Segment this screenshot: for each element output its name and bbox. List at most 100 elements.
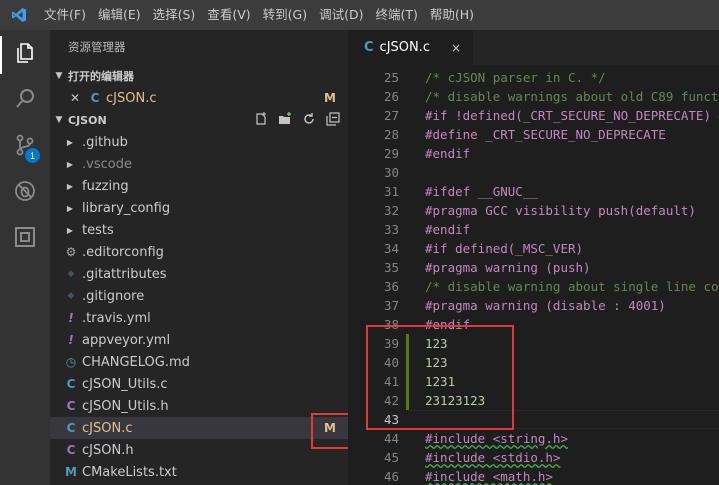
- code-line: 37 #pragma warning (disable : 4001): [348, 296, 719, 315]
- refresh-icon[interactable]: [302, 112, 316, 129]
- code-text: /* disable warnings about old C89 functi…: [425, 89, 719, 104]
- tree-label: appveyor.yml: [82, 332, 171, 348]
- git-icon: ◆: [67, 291, 75, 301]
- line-number: 25: [383, 70, 399, 85]
- open-editor-item[interactable]: ✕ C cJSON.c M: [50, 87, 348, 109]
- code-text: /* cJSON parser in C. */: [425, 70, 606, 85]
- tree-file-changelog[interactable]: ◷ CHANGELOG.md: [50, 351, 348, 373]
- code-line: 28 #define _CRT_SECURE_NO_DEPRECATE: [348, 125, 719, 144]
- line-number: 27: [383, 108, 399, 123]
- menu-edit[interactable]: 编辑(E): [92, 0, 147, 30]
- c-file-icon: C: [364, 40, 374, 55]
- menu-bar: 文件(F) 编辑(E) 选择(S) 查看(V) 转到(G) 调试(D) 终端(T…: [0, 0, 719, 30]
- collapse-all-icon[interactable]: [326, 111, 340, 129]
- tree-label: cJSON_Utils.h: [82, 398, 169, 414]
- tree-label: .vscode: [82, 156, 132, 172]
- scm-badge: 1: [25, 148, 40, 163]
- code-text: #define _CRT_SECURE_NO_DEPRECATE: [425, 127, 666, 142]
- menu-view[interactable]: 查看(V): [201, 0, 256, 30]
- tree-file-appveyor-yml[interactable]: ! appveyor.yml: [50, 329, 348, 351]
- line-number: 31: [383, 184, 399, 199]
- code-text: #endif: [425, 222, 471, 237]
- code-text: #include <stdio.h>: [425, 450, 561, 465]
- open-editors-label: 打开的编辑器: [68, 70, 134, 83]
- clock-icon: ◷: [65, 355, 77, 369]
- menu-terminal[interactable]: 终端(T): [369, 0, 423, 30]
- line-number: 28: [383, 127, 399, 142]
- tree-file-editorconfig[interactable]: ⚙ .editorconfig: [50, 241, 348, 263]
- source-control-button[interactable]: 1: [0, 124, 50, 170]
- new-folder-icon[interactable]: [278, 111, 292, 129]
- tree-file-cjson-c[interactable]: C cJSON.c M: [50, 417, 348, 439]
- git-icon: ◆: [67, 269, 75, 279]
- open-editors-header[interactable]: ▼ 打开的编辑器: [50, 65, 348, 87]
- menu-file[interactable]: 文件(F): [38, 0, 92, 30]
- gear-icon: ⚙: [65, 245, 77, 259]
- line-number: 32: [383, 203, 399, 218]
- line-number: 29: [383, 146, 399, 161]
- tree-folder-tests[interactable]: ▶ tests: [50, 219, 348, 241]
- tree-file-cjson-h[interactable]: C cJSON.h: [50, 439, 348, 461]
- c-file-icon: C: [66, 421, 76, 435]
- tree-file-gitignore[interactable]: ◆ .gitignore: [50, 285, 348, 307]
- code-line: 34 #if defined(_MSC_VER): [348, 239, 719, 258]
- yaml-icon: !: [68, 311, 74, 325]
- code-text: #pragma warning (disable : 4001): [425, 298, 666, 313]
- tree-folder-github[interactable]: ▶ .github: [50, 131, 348, 153]
- line-number: 26: [383, 89, 399, 104]
- new-file-icon[interactable]: [254, 111, 268, 129]
- menu-go[interactable]: 转到(G): [257, 0, 313, 30]
- code-line: 46 #include <math.h>: [348, 467, 719, 485]
- tree-label: CHANGELOG.md: [82, 354, 190, 370]
- tree-folder-library-config[interactable]: ▶ library_config: [50, 197, 348, 219]
- search-icon: [13, 87, 37, 115]
- modified-badge: M: [324, 91, 336, 105]
- menu-selection[interactable]: 选择(S): [147, 0, 202, 30]
- code-text: #pragma GCC visibility push(default): [425, 203, 696, 218]
- code-text: #pragma warning (push): [425, 260, 591, 275]
- tree-file-cjson-utils-h[interactable]: C cJSON_Utils.h: [50, 395, 348, 417]
- c-header-icon: C: [66, 399, 76, 413]
- c-file-icon: C: [66, 377, 76, 391]
- tab-cjson-c[interactable]: C cJSON.c ×: [348, 30, 473, 65]
- code-text: #ifdef __GNUC__: [425, 184, 538, 199]
- tree-label: .github: [82, 134, 128, 150]
- line-number: 46: [383, 469, 399, 484]
- code-line: 32 #pragma GCC visibility push(default): [348, 201, 719, 220]
- code-text: #if defined(_MSC_VER): [425, 241, 584, 256]
- tree-label: fuzzing: [82, 178, 129, 194]
- code-text: #if !defined(_CRT_SECURE_NO_DEPRECATE) &…: [425, 108, 719, 123]
- editor-tab-bar: C cJSON.c ×: [348, 30, 719, 65]
- tree-label: library_config: [82, 200, 171, 216]
- close-icon[interactable]: ×: [451, 41, 461, 55]
- explorer-sidebar: 资源管理器 ▼ 打开的编辑器 ✕ C cJSON.c M ▼ CJSON ▶ .…: [50, 30, 348, 485]
- explorer-button[interactable]: [0, 32, 50, 78]
- tree-label: cJSON.h: [82, 442, 134, 458]
- chevron-right-icon: ▶: [66, 203, 74, 213]
- tree-label: CMakeLists.txt: [82, 464, 177, 480]
- tree-file-travis-yml[interactable]: ! .travis.yml: [50, 307, 348, 329]
- chevron-right-icon: ▶: [66, 137, 74, 147]
- tree-file-cmakelists[interactable]: M CMakeLists.txt: [50, 461, 348, 483]
- files-icon: [13, 41, 37, 69]
- code-line: 30: [348, 163, 719, 182]
- menu-help[interactable]: 帮助(H): [424, 0, 480, 30]
- code-line: 25 /* cJSON parser in C. */: [348, 68, 719, 87]
- folder-header[interactable]: ▼ CJSON: [50, 109, 348, 131]
- markdown-icon: M: [65, 465, 77, 479]
- menu-debug[interactable]: 调试(D): [313, 0, 369, 30]
- c-file-icon: C: [90, 91, 100, 105]
- tree-file-cjson-utils-c[interactable]: C cJSON_Utils.c: [50, 373, 348, 395]
- extensions-button[interactable]: [0, 216, 50, 262]
- highlight-box-modified: [311, 413, 353, 449]
- code-text: /* disable warning about single line com…: [425, 279, 719, 294]
- search-button[interactable]: [0, 78, 50, 124]
- tree-folder-vscode[interactable]: ▶ .vscode: [50, 153, 348, 175]
- code-line: 36 /* disable warning about single line c…: [348, 277, 719, 296]
- debug-button[interactable]: [0, 170, 50, 216]
- tree-file-gitattributes[interactable]: ◆ .gitattributes: [50, 263, 348, 285]
- close-icon[interactable]: ✕: [70, 91, 86, 105]
- explorer-title: 资源管理器: [68, 40, 126, 54]
- tree-folder-fuzzing[interactable]: ▶ fuzzing: [50, 175, 348, 197]
- folder-label: CJSON: [68, 113, 107, 127]
